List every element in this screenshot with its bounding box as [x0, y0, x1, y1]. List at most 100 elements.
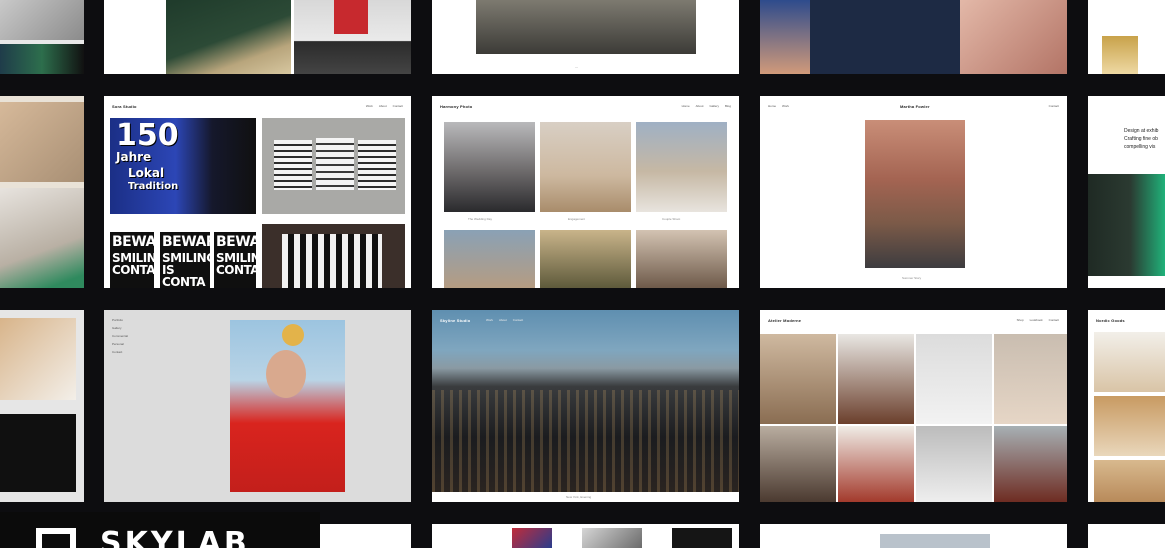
site-brand: Atelier Moderne	[768, 318, 802, 323]
nav-link[interactable]: Lookbook	[1030, 318, 1043, 322]
city-photography-tile[interactable]: Skyline Studio Work About Contact New Yo…	[432, 310, 739, 502]
site-brand: Sora Studio	[112, 104, 137, 109]
tile-r1-c2[interactable]	[104, 0, 411, 74]
site-brand: Martha Fowler	[900, 104, 930, 109]
poster-text: Lokal	[128, 166, 165, 180]
nav-link[interactable]: Contact	[393, 104, 403, 108]
nav-link[interactable]: About	[499, 318, 507, 322]
nav-link[interactable]: Work	[486, 318, 493, 322]
menu-item[interactable]: Commercial	[112, 334, 128, 338]
tile-photo	[0, 188, 84, 288]
newspaper-page	[358, 140, 396, 190]
tile-photo	[1088, 174, 1165, 276]
anniversary-poster: 150 Jahre Lokal Tradition	[110, 118, 256, 214]
product-photo	[1094, 396, 1165, 456]
nav-link[interactable]: Shop	[1017, 318, 1024, 322]
flower-decor	[282, 324, 304, 346]
beware-poster: BEWARE:SMILINGCONTA-	[110, 232, 154, 288]
tile-r4-c3[interactable]	[432, 524, 739, 548]
tile-r1-c1[interactable]	[0, 0, 84, 74]
nav-link[interactable]: Gallery	[709, 104, 719, 108]
nav-link[interactable]: About	[696, 104, 704, 108]
nav-link[interactable]: Work	[366, 104, 373, 108]
geometric-poster	[262, 224, 405, 288]
tile-r4-c2[interactable]	[320, 524, 411, 548]
tile-r4-c4[interactable]	[760, 524, 1067, 548]
nav-link[interactable]: Contact	[1049, 318, 1059, 322]
couple-photo	[636, 122, 727, 212]
model-photo	[865, 120, 965, 268]
model-portfolio-tile[interactable]: Home Work Martha Fowler Contact Summer S…	[760, 96, 1067, 288]
site-nav-left: Home Work	[768, 104, 789, 108]
side-menu: Portfolio Gallery Commercial Personal Co…	[112, 318, 128, 354]
wedding-photography-tile[interactable]: Harmony Photo Home About Gallery Blog Th…	[432, 96, 739, 288]
tile-r3-c1[interactable]	[0, 310, 84, 502]
sidebar-portfolio-tile[interactable]: Portfolio Gallery Commercial Personal Co…	[104, 310, 411, 502]
menu-item[interactable]: Gallery	[112, 326, 128, 330]
tile-photo	[760, 0, 810, 74]
site-brand: Skyline Studio	[440, 318, 471, 323]
newspaper-page	[316, 138, 354, 190]
products-tile[interactable]: Nordic Goods	[1088, 310, 1165, 502]
photo-caption: The Wedding Day	[468, 217, 492, 221]
portrait-face	[266, 350, 306, 398]
nav-link[interactable]: Contact	[1049, 104, 1059, 108]
nav-link[interactable]: Home	[682, 104, 690, 108]
tile-r1-c3[interactable]: —	[432, 0, 739, 74]
tile-photo	[672, 528, 732, 548]
tile-photo	[512, 528, 552, 548]
tile-r2-c1[interactable]	[0, 96, 84, 288]
tile-photo	[0, 414, 76, 492]
site-brand: Nordic Goods	[1096, 318, 1125, 323]
site-nav: Home About Gallery Blog	[682, 104, 731, 108]
portfolio-tile-posters[interactable]: Sora Studio Work About Contact 150 Jahre…	[104, 96, 411, 288]
intro-line: compelling vis	[1124, 144, 1156, 150]
tile-r1-c5[interactable]	[1088, 0, 1165, 74]
fashion-photo	[760, 426, 836, 502]
nav-link[interactable]: Blog	[725, 104, 731, 108]
site-nav: Shop Lookbook Contact	[1017, 318, 1059, 322]
fashion-grid-tile[interactable]: Atelier Moderne Shop Lookbook Contact	[760, 310, 1067, 502]
city-lights	[432, 390, 739, 492]
menu-item[interactable]: Portfolio	[112, 318, 128, 322]
tile-r4-c5[interactable]	[1088, 524, 1165, 548]
tile-r2-c5[interactable]: Design at exhib Crafting fine ob compell…	[1088, 96, 1165, 288]
site-brand: Harmony Photo	[440, 104, 473, 109]
tile-photo	[0, 102, 84, 182]
poster-text: Tradition	[128, 181, 179, 192]
poster-pattern	[282, 234, 382, 288]
newspaper-page	[274, 140, 312, 190]
skylab-logo-icon	[36, 528, 76, 548]
fashion-photo	[916, 334, 992, 424]
product-photo	[1094, 332, 1165, 392]
nav-link[interactable]: Home	[768, 104, 776, 108]
tile-photo	[166, 0, 291, 74]
site-nav-right: Contact	[1049, 104, 1059, 108]
site-nav: Work About Contact	[486, 318, 523, 322]
jar-image	[1102, 36, 1138, 74]
nav-link[interactable]: Work	[782, 104, 789, 108]
tile-caption: —	[575, 65, 578, 69]
product-photo	[1094, 460, 1165, 502]
photo-caption: Summer Story	[902, 276, 922, 280]
tile-photo	[0, 318, 76, 400]
nav-link[interactable]: Contact	[513, 318, 523, 322]
menu-item[interactable]: Contact	[112, 350, 128, 354]
tile-r1-c4[interactable]	[760, 0, 1067, 74]
tile-photo	[0, 0, 84, 40]
tile-photo	[476, 0, 696, 54]
poster-number: 150	[116, 118, 179, 153]
tile-photo	[960, 0, 1067, 74]
tile-photo	[582, 528, 642, 548]
photo-caption: Engagement	[568, 217, 586, 221]
nav-link[interactable]: About	[379, 104, 387, 108]
menu-item[interactable]: Personal	[112, 342, 128, 346]
fashion-photo	[838, 426, 914, 502]
portrait-photo	[230, 320, 345, 492]
newspaper-spread	[262, 118, 405, 214]
intro-line: Design at exhib	[1124, 128, 1159, 134]
fashion-photo	[838, 334, 914, 424]
couple-photo	[444, 230, 535, 288]
intro-line: Crafting fine ob	[1124, 136, 1158, 142]
tile-photo	[0, 44, 84, 74]
